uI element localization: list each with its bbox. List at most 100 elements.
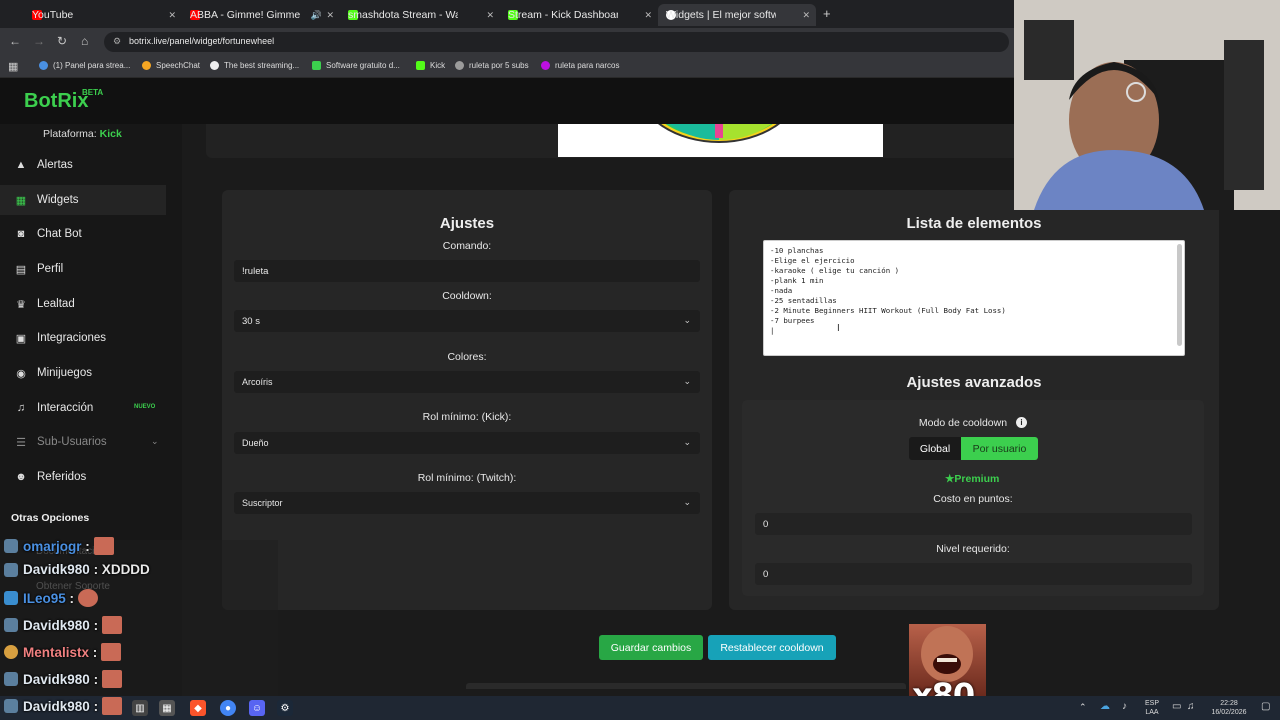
bookmark-item[interactable]: SpeechChat bbox=[142, 61, 200, 70]
notifications-icon[interactable]: ▢ bbox=[1261, 701, 1270, 712]
fortune-wheel-graphic bbox=[657, 124, 781, 143]
tab-kick-dashboard[interactable]: Stream - Kick Dashboard ✕ bbox=[500, 4, 658, 26]
badge-icon bbox=[4, 645, 18, 659]
forward-icon[interactable]: → bbox=[33, 34, 45, 48]
cloud-icon[interactable]: ☁ bbox=[1100, 701, 1110, 712]
global-toggle[interactable]: Global bbox=[909, 437, 961, 460]
tab-abba[interactable]: ABBA - Gimme! Gimme! Gi 🔊 ✕ bbox=[182, 4, 340, 26]
lista-textarea[interactable]: -10 planchas -Elige el ejercicio -karaok… bbox=[763, 240, 1185, 356]
bookmark-icon bbox=[416, 61, 425, 70]
sidebar-item-label: Lealtad bbox=[37, 298, 75, 310]
sidebar-item-label: Interacción bbox=[37, 402, 94, 414]
grid-icon: ▦ bbox=[15, 194, 27, 207]
volume-icon[interactable]: ♫ bbox=[1187, 701, 1195, 712]
bookmark-item[interactable]: Software gratuito d... bbox=[312, 61, 400, 70]
chevron-up-icon[interactable]: ⌃ bbox=[1079, 702, 1087, 713]
tab-widgets[interactable]: Widgets | El mejor software par ✕ bbox=[658, 4, 816, 26]
speaker-icon[interactable]: 🔊 bbox=[311, 10, 322, 21]
cooldown-value: 30 s bbox=[242, 316, 260, 327]
sidebar-item-alertas[interactable]: ▲ Alertas bbox=[0, 150, 166, 180]
network-icon[interactable]: ▭ bbox=[1172, 701, 1181, 712]
comando-input[interactable]: !ruleta bbox=[234, 260, 700, 282]
chevron-down-icon[interactable]: ⌄ bbox=[151, 436, 159, 447]
tab-youtube[interactable]: YouTube ✕ bbox=[24, 4, 182, 26]
sidebar-item-widgets[interactable]: ▦ Widgets bbox=[0, 185, 166, 215]
apps-grid-icon[interactable]: ▦ bbox=[8, 60, 18, 73]
costo-input[interactable]: 0 bbox=[755, 513, 1192, 535]
rol-kick-select[interactable]: Dueño ⌄ bbox=[234, 432, 700, 454]
steam-icon[interactable]: ⚙ bbox=[277, 700, 293, 716]
calculator-icon[interactable]: ▦ bbox=[159, 700, 175, 716]
microphone-icon[interactable]: ♪ bbox=[1122, 701, 1127, 712]
scrollbar[interactable] bbox=[1177, 244, 1182, 346]
new-tab-icon[interactable]: + bbox=[823, 6, 831, 21]
chat-message: Davidk980 : bbox=[4, 616, 123, 634]
chat-message: omarjogr : bbox=[4, 537, 114, 555]
sidebar-item-minijuegos[interactable]: ◉ Minijuegos bbox=[0, 358, 166, 388]
sidebar-item-label: Chat Bot bbox=[37, 228, 82, 240]
tab-label: Stream - Kick Dashboard bbox=[508, 9, 618, 21]
tab-smashdota[interactable]: smashdota Stream - Watch Live ✕ bbox=[340, 4, 500, 26]
app-logo[interactable]: BotRix bbox=[24, 90, 88, 113]
plug-icon: ▣ bbox=[15, 332, 27, 345]
sidebar-item-sub-usuarios[interactable]: ☰ Sub-Usuarios bbox=[0, 427, 166, 457]
nivel-label: Nivel requerido: bbox=[936, 543, 1010, 555]
rol-twitch-select[interactable]: Suscriptor ⌄ bbox=[234, 492, 700, 514]
site-info-icon[interactable]: ⚙ bbox=[113, 36, 121, 47]
webcam-feed-graphic bbox=[1014, 0, 1280, 210]
back-icon[interactable]: ← bbox=[9, 34, 21, 48]
info-icon[interactable]: i bbox=[1016, 417, 1027, 428]
chat-username: Mentalistx bbox=[23, 644, 90, 660]
nivel-value: 0 bbox=[763, 569, 769, 580]
trophy-icon: ♛ bbox=[16, 298, 26, 311]
people-icon: ☻ bbox=[15, 471, 27, 483]
close-icon[interactable]: ✕ bbox=[326, 10, 334, 21]
bookmark-item[interactable]: ruleta para narcos bbox=[541, 61, 619, 70]
chat-username: Davidk980 bbox=[23, 698, 90, 714]
bookmark-item[interactable]: (1) Panel para strea... bbox=[39, 61, 130, 70]
file-explorer-icon[interactable]: ▥ bbox=[132, 700, 148, 716]
sidebar-item-referidos[interactable]: ☻ Referidos bbox=[0, 462, 166, 492]
reset-cooldown-button[interactable]: Restablecer cooldown bbox=[708, 635, 836, 660]
por-usuario-toggle[interactable]: Por usuario bbox=[961, 437, 1038, 460]
chat-username: Davidk980 bbox=[23, 671, 90, 687]
chat-username: ILeo95 bbox=[23, 590, 66, 606]
close-icon[interactable]: ✕ bbox=[644, 10, 652, 21]
bookmark-item[interactable]: The best streaming... bbox=[210, 61, 299, 70]
nivel-input[interactable]: 0 bbox=[755, 563, 1192, 585]
badge-icon bbox=[4, 562, 18, 577]
tab-label: Widgets | El mejor software par bbox=[666, 9, 776, 21]
bookmark-label: (1) Panel para strea... bbox=[53, 61, 131, 70]
cooldown-select[interactable]: 30 s ⌄ bbox=[234, 310, 700, 332]
bookmark-item[interactable]: Kick bbox=[416, 61, 445, 70]
sidebar-item-chat-bot[interactable]: ◙ Chat Bot bbox=[0, 219, 166, 249]
chat-message: Davidk980 : bbox=[4, 697, 123, 715]
sidebar-item-integraciones[interactable]: ▣ Integraciones bbox=[0, 323, 166, 353]
brave-icon[interactable]: ◆ bbox=[190, 700, 206, 716]
close-icon[interactable]: ✕ bbox=[802, 10, 810, 21]
reload-icon[interactable]: ↻ bbox=[57, 34, 67, 48]
close-icon[interactable]: ✕ bbox=[486, 10, 494, 21]
discord-icon[interactable]: ☺ bbox=[249, 700, 265, 716]
language-indicator[interactable]: ESP LAA bbox=[1140, 699, 1164, 717]
badge-icon bbox=[4, 591, 18, 605]
chrome-icon[interactable]: ● bbox=[220, 700, 236, 716]
save-button[interactable]: Guardar cambios bbox=[599, 635, 703, 660]
comando-value: !ruleta bbox=[242, 266, 269, 277]
sidebar-item-lealtad[interactable]: ♛ Lealtad bbox=[0, 289, 166, 319]
close-icon[interactable]: ✕ bbox=[168, 10, 176, 21]
tab-label: smashdota Stream - Watch Live bbox=[348, 9, 458, 21]
home-icon[interactable]: ⌂ bbox=[81, 34, 88, 48]
webcam-overlay bbox=[1014, 0, 1280, 210]
chevron-down-icon: ⌄ bbox=[683, 315, 691, 325]
chat-message: Mentalistx : bbox=[4, 643, 122, 661]
bookmark-item[interactable]: ruleta por 5 subs bbox=[455, 61, 529, 70]
ajustes-title: Ajustes bbox=[439, 215, 495, 232]
sidebar-item-perfil[interactable]: ▤ Perfil bbox=[0, 254, 166, 284]
star-icon: ★ bbox=[945, 473, 955, 485]
robot-icon: ◙ bbox=[17, 228, 25, 240]
clock[interactable]: 22:28 16/02/2026 bbox=[1202, 699, 1256, 717]
url-input[interactable]: ⚙ botrix.live/panel/widget/fortunewheel bbox=[104, 32, 1009, 52]
emote-icon bbox=[78, 589, 99, 607]
colores-select[interactable]: Arcoíris ⌄ bbox=[234, 371, 700, 393]
